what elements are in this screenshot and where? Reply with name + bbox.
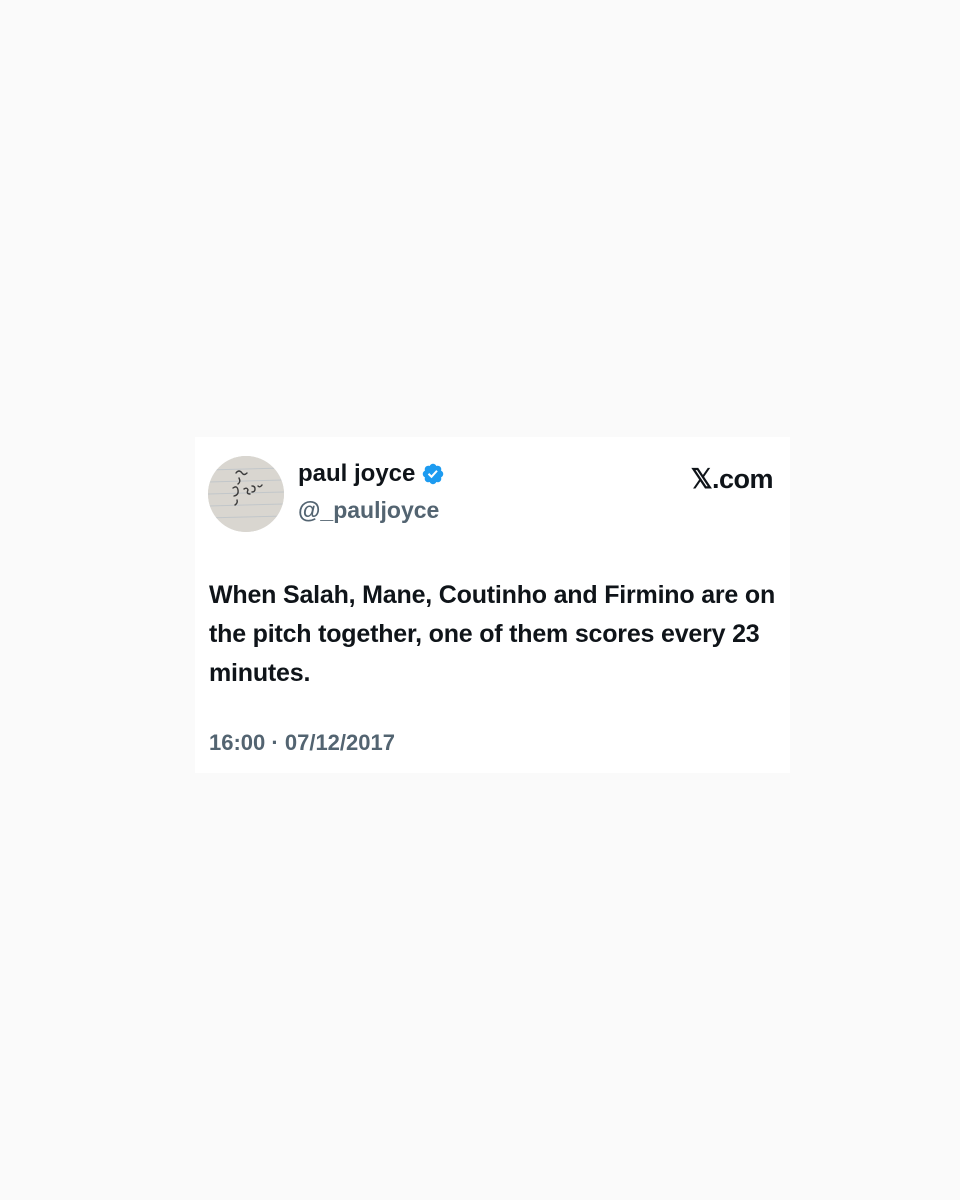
avatar-image — [208, 456, 284, 532]
author-name-row: paul joyce — [298, 459, 445, 489]
avatar[interactable] — [208, 456, 284, 532]
tweet-card: paul joyce @_pauljoyce 𝕏.com When Salah,… — [195, 437, 790, 773]
tweet-date: 07/12/2017 — [284, 730, 395, 755]
author-display-name[interactable]: paul joyce — [298, 459, 415, 489]
timestamp-separator: · — [271, 730, 279, 755]
x-logo-text: 𝕏.com — [690, 464, 774, 494]
verified-badge-icon — [421, 462, 445, 486]
tweet-body: When Salah, Mane, Coutinho and Firmino a… — [209, 581, 776, 687]
author-handle[interactable]: @_pauljoyce — [298, 495, 439, 525]
tweet-timestamp[interactable]: 16:00 · 07/12/2017 — [209, 729, 395, 757]
tweet-time: 16:00 — [209, 730, 266, 755]
